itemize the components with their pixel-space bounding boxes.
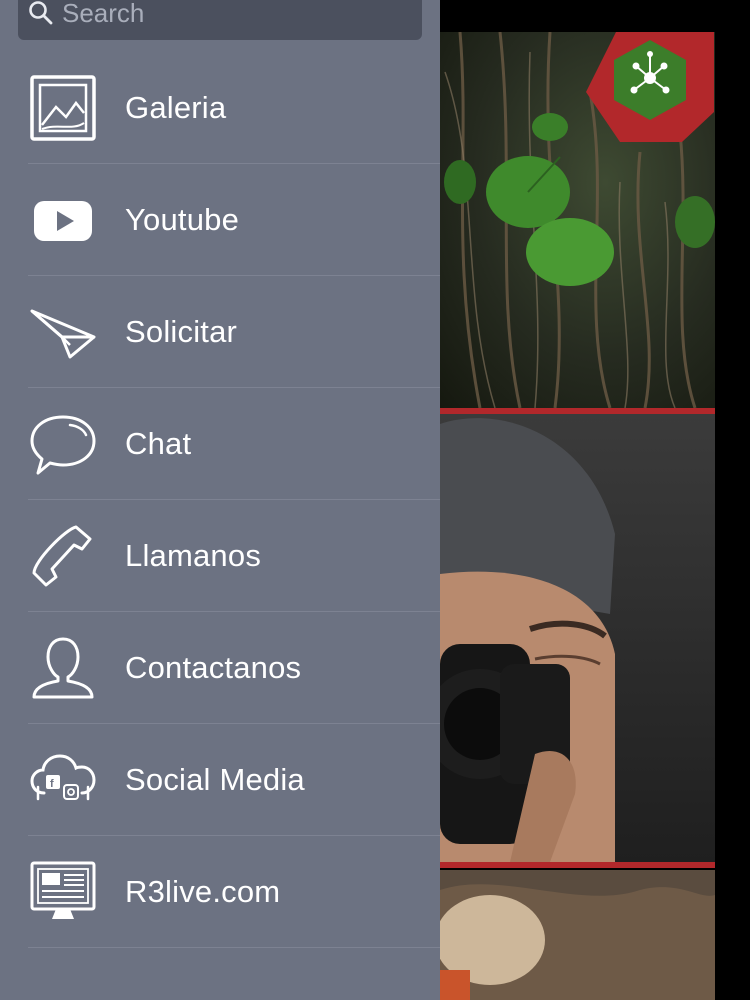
paper-plane-icon bbox=[28, 297, 98, 367]
menu-label: Social Media bbox=[125, 762, 305, 797]
third-photo-illustration bbox=[440, 870, 715, 1000]
menu-label: Solicitar bbox=[125, 314, 238, 349]
main-content-area bbox=[440, 0, 750, 1000]
menu-item-galeria[interactable]: Galeria bbox=[0, 52, 440, 164]
monitor-website-icon bbox=[28, 857, 98, 927]
menu-item-youtube[interactable]: Youtube bbox=[0, 164, 440, 276]
search-input[interactable] bbox=[60, 0, 364, 30]
phone-icon bbox=[28, 521, 98, 591]
search-icon bbox=[29, 1, 53, 25]
menu-label: Chat bbox=[125, 426, 192, 461]
gallery-icon bbox=[28, 73, 98, 143]
menu-label: Galeria bbox=[125, 90, 227, 125]
menu-item-social-media[interactable]: f Social Media bbox=[0, 724, 440, 836]
gallery-photo-third[interactable] bbox=[440, 870, 715, 1000]
photographer-illustration bbox=[440, 418, 615, 862]
cloud-social-icon: f bbox=[28, 745, 98, 815]
menu-item-chat[interactable]: Chat bbox=[0, 388, 440, 500]
search-bar[interactable] bbox=[18, 0, 422, 40]
gallery-photo-photographer[interactable] bbox=[440, 414, 715, 862]
drawer-menu: Galeria Youtube Solicitar Chat Llamanos … bbox=[0, 52, 440, 948]
menu-label: R3live.com bbox=[125, 874, 281, 909]
gallery-photo-plants[interactable] bbox=[440, 32, 715, 408]
menu-label: Llamanos bbox=[125, 538, 262, 573]
menu-item-r3live[interactable]: R3live.com bbox=[0, 836, 440, 948]
menu-item-solicitar[interactable]: Solicitar bbox=[0, 276, 440, 388]
youtube-icon bbox=[28, 185, 98, 255]
chat-bubble-icon bbox=[28, 409, 98, 479]
navigation-drawer: Galeria Youtube Solicitar bbox=[0, 0, 440, 1000]
svg-text:f: f bbox=[50, 778, 54, 790]
panel-divider bbox=[440, 862, 715, 868]
menu-label: Youtube bbox=[125, 202, 240, 237]
menu-item-contactanos[interactable]: Contactanos bbox=[0, 612, 440, 724]
menu-item-llamanos[interactable]: Llamanos bbox=[0, 500, 440, 612]
menu-label: Contactanos bbox=[125, 650, 302, 685]
person-icon bbox=[28, 633, 98, 703]
brand-logo-icon bbox=[586, 32, 714, 142]
